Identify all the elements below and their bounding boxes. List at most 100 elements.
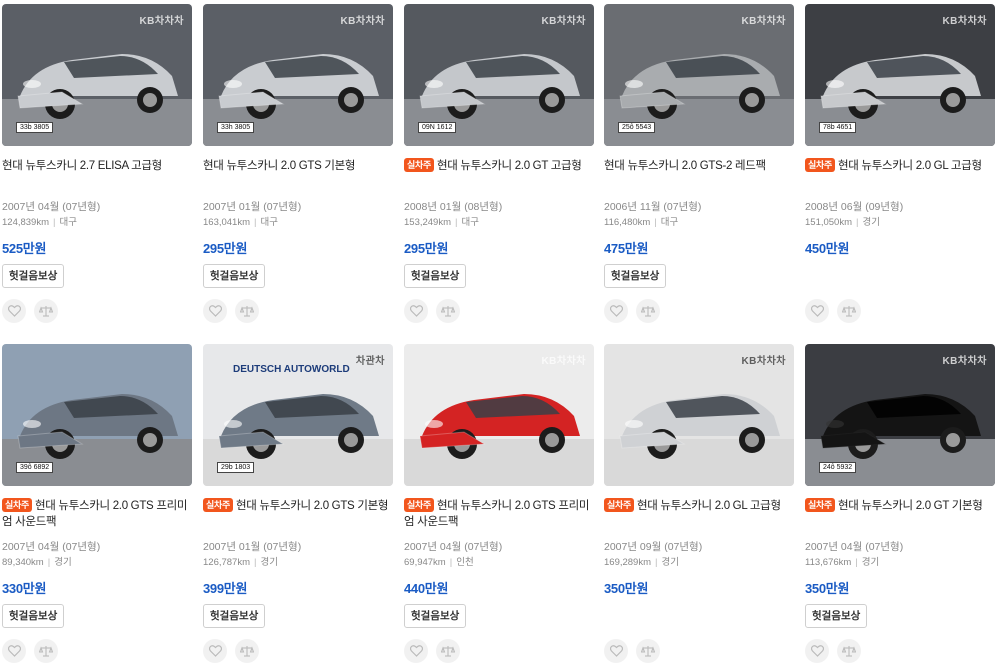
- car-photo[interactable]: KB차차차 78b 4651: [805, 4, 995, 146]
- listing-price: 330만원: [2, 581, 47, 596]
- heart-icon[interactable]: [805, 639, 829, 663]
- listing-title[interactable]: 현대 뉴투스카니 2.0 GTS-2 레드팩: [604, 158, 794, 174]
- scale-icon[interactable]: [837, 299, 861, 323]
- listing-title-text: 현대 뉴투스카니 2.0 GT 고급형: [436, 160, 582, 172]
- listing-price: 350만원: [604, 581, 649, 596]
- car-photo[interactable]: KB차차차: [404, 344, 594, 486]
- listing-card[interactable]: KB차차차 실차주 현대 뉴투스카니 2.0 GL 고급형 2007년 09월 (…: [604, 344, 794, 666]
- listing-mileage: 69,947km: [404, 557, 446, 568]
- meta-separator: |: [655, 557, 658, 568]
- heart-icon[interactable]: [203, 639, 227, 663]
- car-photo[interactable]: KB차차차 33b 3805: [2, 4, 192, 146]
- meta-separator: |: [254, 217, 257, 228]
- listing-card[interactable]: KB차차차 78b 4651 실차주 현대 뉴투스카니 2.0 GL 고급형 20…: [805, 4, 995, 334]
- listing-meta: 89,340km | 경기: [2, 554, 72, 568]
- listing-region: 경기: [661, 557, 679, 568]
- refund-button[interactable]: 헛걸음보상: [203, 604, 266, 628]
- listing-year: 2007년 01월 (07년형): [203, 201, 302, 213]
- listing-mileage: 163,041km: [203, 217, 251, 228]
- meta-separator: |: [254, 557, 257, 568]
- listing-region: 경기: [54, 557, 72, 568]
- listing-title-text: 현대 뉴투스카니 2.7 ELISA 고급형: [2, 160, 162, 172]
- heart-icon[interactable]: [604, 299, 628, 323]
- refund-button[interactable]: 헛걸음보상: [805, 604, 868, 628]
- owner-badge: 실차주: [604, 498, 634, 512]
- listing-meta: 169,289km | 경기: [604, 554, 679, 568]
- car-photo[interactable]: 39ô 6892: [2, 344, 192, 486]
- watermark-logo: KB차차차: [741, 16, 786, 27]
- listing-price: 525만원: [2, 241, 47, 256]
- listing-card[interactable]: 39ô 6892 실차주 현대 뉴투스카니 2.0 GTS 프리미엄 사운드팩 2…: [2, 344, 192, 666]
- refund-button[interactable]: 헛걸음보상: [604, 264, 667, 288]
- listing-year: 2007년 04월 (07년형): [2, 201, 101, 213]
- refund-button[interactable]: 헛걸음보상: [404, 604, 467, 628]
- scale-icon[interactable]: [235, 299, 259, 323]
- listing-title[interactable]: 현대 뉴투스카니 2.0 GTS 기본형: [203, 158, 393, 174]
- refund-button[interactable]: 헛걸음보상: [203, 264, 266, 288]
- scale-icon[interactable]: [34, 299, 58, 323]
- listing-actions: [604, 639, 660, 663]
- owner-badge: 실차주: [203, 498, 233, 512]
- watermark-logo: KB차차차: [741, 356, 786, 367]
- refund-button[interactable]: 헛걸음보상: [2, 604, 65, 628]
- car-photo[interactable]: KB차차차 24ô 5932: [805, 344, 995, 486]
- license-plate: 09N 1612: [418, 122, 457, 133]
- listing-region: 대구: [260, 217, 278, 228]
- listing-actions: [805, 299, 861, 323]
- refund-button[interactable]: 헛걸음보상: [404, 264, 467, 288]
- listing-year: 2007년 04월 (07년형): [805, 541, 904, 553]
- listing-card[interactable]: KB차차차 24ô 5932 실차주 현대 뉴투스카니 2.0 GT 기본형 20…: [805, 344, 995, 666]
- listing-card[interactable]: KB차차차 33b 3805 현대 뉴투스카니 2.7 ELISA 고급형 20…: [2, 4, 192, 334]
- listing-title[interactable]: 실차주 현대 뉴투스카니 2.0 GTS 프리미엄 사운드팩: [404, 498, 594, 530]
- scale-icon[interactable]: [636, 639, 660, 663]
- listing-price: 295만원: [404, 241, 449, 256]
- listing-card[interactable]: KB차차차 33h 3805 현대 뉴투스카니 2.0 GTS 기본형 2007…: [203, 4, 393, 334]
- heart-icon[interactable]: [805, 299, 829, 323]
- heart-icon[interactable]: [604, 639, 628, 663]
- scale-icon[interactable]: [837, 639, 861, 663]
- scale-icon[interactable]: [636, 299, 660, 323]
- listing-card[interactable]: KB차차차 실차주 현대 뉴투스카니 2.0 GTS 프리미엄 사운드팩 2007…: [404, 344, 594, 666]
- listing-actions: [203, 299, 259, 323]
- car-photo[interactable]: KB차차차 25ô 5543: [604, 4, 794, 146]
- license-plate: 24ô 5932: [819, 462, 857, 473]
- listing-title[interactable]: 실차주 현대 뉴투스카니 2.0 GT 기본형: [805, 498, 995, 514]
- listing-title[interactable]: 현대 뉴투스카니 2.7 ELISA 고급형: [2, 158, 192, 174]
- scale-icon[interactable]: [436, 639, 460, 663]
- meta-separator: |: [53, 217, 56, 228]
- listing-price: 295만원: [203, 241, 248, 256]
- listing-title[interactable]: 실차주 현대 뉴투스카니 2.0 GTS 프리미엄 사운드팩: [2, 498, 192, 530]
- listing-title-text: 현대 뉴투스카니 2.0 GTS 기본형: [203, 160, 356, 172]
- dealer-sign: DEUTSCH AUTOWORLD: [233, 364, 350, 375]
- car-photo[interactable]: KB차차차: [604, 344, 794, 486]
- listing-title[interactable]: 실차주 현대 뉴투스카니 2.0 GTS 기본형: [203, 498, 393, 514]
- refund-button[interactable]: 헛걸음보상: [2, 264, 65, 288]
- listing-year: 2007년 04월 (07년형): [404, 541, 503, 553]
- listing-title[interactable]: 실차주 현대 뉴투스카니 2.0 GL 고급형: [604, 498, 794, 514]
- listing-region: 대구: [660, 217, 679, 228]
- heart-icon[interactable]: [404, 639, 428, 663]
- listing-card[interactable]: KB차차차 25ô 5543 현대 뉴투스카니 2.0 GTS-2 레드팩 20…: [604, 4, 794, 334]
- listing-card[interactable]: 차관차 DEUTSCH AUTOWORLD 29b 1803 실차주 현대 뉴투스…: [203, 344, 393, 666]
- listing-region: 대구: [461, 217, 479, 228]
- scale-icon[interactable]: [436, 299, 460, 323]
- listing-title[interactable]: 실차주 현대 뉴투스카니 2.0 GT 고급형: [404, 158, 594, 174]
- scale-icon[interactable]: [34, 639, 58, 663]
- heart-icon[interactable]: [2, 639, 26, 663]
- listing-mileage: 113,676km: [805, 557, 852, 568]
- heart-icon[interactable]: [203, 299, 227, 323]
- listing-actions: [404, 299, 460, 323]
- license-plate: 33h 3805: [217, 122, 255, 133]
- listing-year: 2007년 01월 (07년형): [203, 541, 302, 553]
- listing-card[interactable]: KB차차차 09N 1612 실차주 현대 뉴투스카니 2.0 GT 고급형 20…: [404, 4, 594, 334]
- heart-icon[interactable]: [2, 299, 26, 323]
- heart-icon[interactable]: [404, 299, 428, 323]
- listing-mileage: 126,787km: [203, 557, 251, 568]
- scale-icon[interactable]: [235, 639, 259, 663]
- listing-region: 경기: [861, 557, 880, 568]
- car-photo[interactable]: KB차차차 09N 1612: [404, 4, 594, 146]
- listing-title[interactable]: 실차주 현대 뉴투스카니 2.0 GL 고급형: [805, 158, 995, 174]
- listing-title-text: 현대 뉴투스카니 2.0 GTS-2 레드팩: [604, 160, 766, 172]
- car-photo[interactable]: 차관차 DEUTSCH AUTOWORLD 29b 1803: [203, 344, 393, 486]
- car-photo[interactable]: KB차차차 33h 3805: [203, 4, 393, 146]
